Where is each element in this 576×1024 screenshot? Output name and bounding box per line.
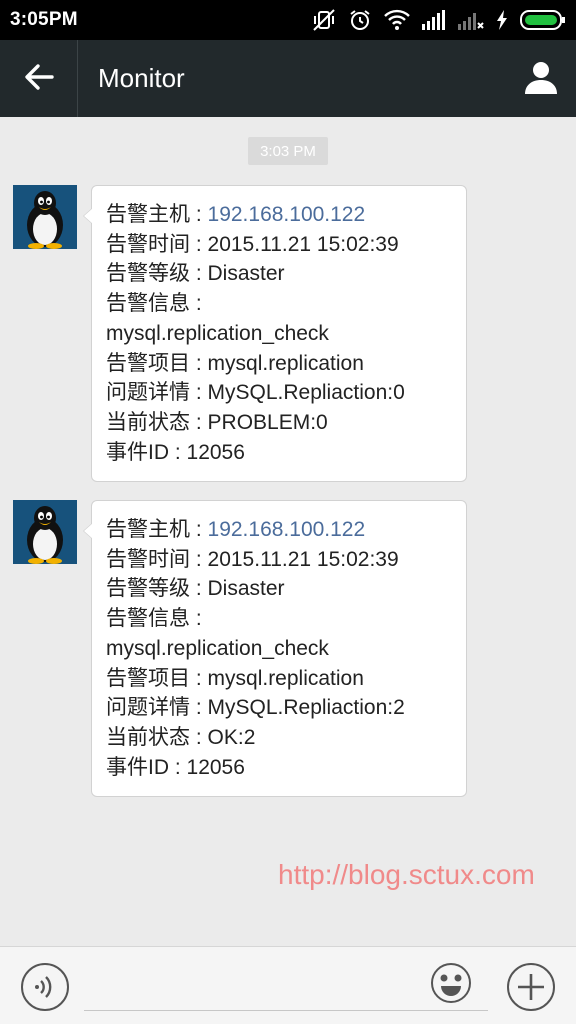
emoji-icon: [430, 963, 472, 1008]
message-line: 告警等级 : Disaster: [106, 262, 285, 286]
watermark-text: http://blog.sctux.com: [278, 859, 535, 890]
charging-icon: [496, 10, 508, 30]
host-ip-link[interactable]: 192.168.100.122: [208, 203, 366, 226]
signal-no-service-icon: [458, 10, 484, 30]
message-line: mysql.replication_check: [106, 321, 329, 345]
person-icon: [524, 60, 558, 98]
emoji-button[interactable]: [430, 962, 472, 1004]
message-line: 事件ID : 12056: [106, 755, 245, 779]
wifi-icon: [384, 9, 410, 31]
back-button[interactable]: [0, 40, 78, 117]
status-icons: [312, 8, 566, 32]
status-time: 3:05PM: [10, 9, 78, 30]
battery-icon: [520, 9, 566, 31]
message-line: 告警主机 : 192.168.100.122: [106, 518, 366, 541]
chat-area[interactable]: 3:03 PM 告警主机 : 192.168.100.122 告警时间 : 20…: [0, 117, 576, 946]
status-bar: 3:05PM: [0, 0, 576, 40]
title-bar: Monitor: [0, 40, 576, 117]
message-input[interactable]: [84, 965, 488, 1011]
plus-icon: [506, 963, 556, 1016]
message-line: 问题详情 : MySQL.Repliaction:2: [106, 696, 405, 720]
message-bubble[interactable]: 告警主机 : 192.168.100.122 告警时间 : 2015.11.21…: [83, 500, 467, 798]
message-line: 告警等级 : Disaster: [106, 577, 285, 601]
host-ip-link[interactable]: 192.168.100.122: [208, 518, 366, 541]
message-line: 当前状态 : OK:2: [106, 725, 256, 749]
message-line: 告警时间 : 2015.11.21 15:02:39: [106, 232, 399, 256]
message-line: 事件ID : 12056: [106, 440, 245, 464]
message-line: 当前状态 : PROBLEM:0: [106, 410, 328, 434]
message-timestamp: 3:03 PM: [248, 137, 328, 165]
message-line: 告警时间 : 2015.11.21 15:02:39: [106, 547, 399, 571]
alarm-icon: [348, 8, 372, 32]
tux-penguin-avatar[interactable]: [13, 185, 77, 249]
message-line: 告警信息 :: [106, 607, 202, 631]
more-options-button[interactable]: [506, 962, 556, 1012]
message-line: 告警主机 : 192.168.100.122: [106, 203, 366, 226]
input-bar: [0, 946, 576, 1024]
back-arrow-icon: [24, 63, 54, 95]
message-bubble[interactable]: 告警主机 : 192.168.100.122 告警时间 : 2015.11.21…: [83, 185, 467, 483]
profile-button[interactable]: [506, 40, 576, 117]
voice-input-button[interactable]: [20, 962, 70, 1012]
signal-icon: [422, 10, 446, 30]
voice-input-icon: [20, 963, 70, 1016]
tux-penguin-avatar[interactable]: [13, 500, 77, 564]
message-line: 告警项目 : mysql.replication: [106, 666, 364, 690]
message-line: 告警信息 :: [106, 292, 202, 316]
mute-vibrate-icon: [312, 8, 336, 32]
chat-title: Monitor: [98, 63, 185, 93]
message-line: 告警项目 : mysql.replication: [106, 351, 364, 375]
message-line: mysql.replication_check: [106, 636, 329, 660]
message-line: 问题详情 : MySQL.Repliaction:0: [106, 381, 405, 405]
